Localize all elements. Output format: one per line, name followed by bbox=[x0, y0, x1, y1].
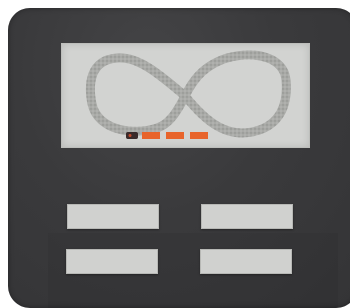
game-screen bbox=[61, 43, 310, 148]
control-button-top-left[interactable] bbox=[67, 204, 159, 229]
game-device bbox=[8, 8, 350, 308]
locomotive bbox=[126, 132, 138, 139]
control-button-bottom-left[interactable] bbox=[66, 249, 158, 274]
train-car-2 bbox=[166, 132, 184, 139]
control-button-bottom-right[interactable] bbox=[200, 249, 292, 274]
control-button-top-right[interactable] bbox=[201, 204, 293, 229]
train-car-1 bbox=[142, 132, 160, 139]
figure-eight-track bbox=[85, 50, 291, 138]
track-layer bbox=[85, 50, 291, 139]
train-car-3 bbox=[190, 132, 208, 139]
